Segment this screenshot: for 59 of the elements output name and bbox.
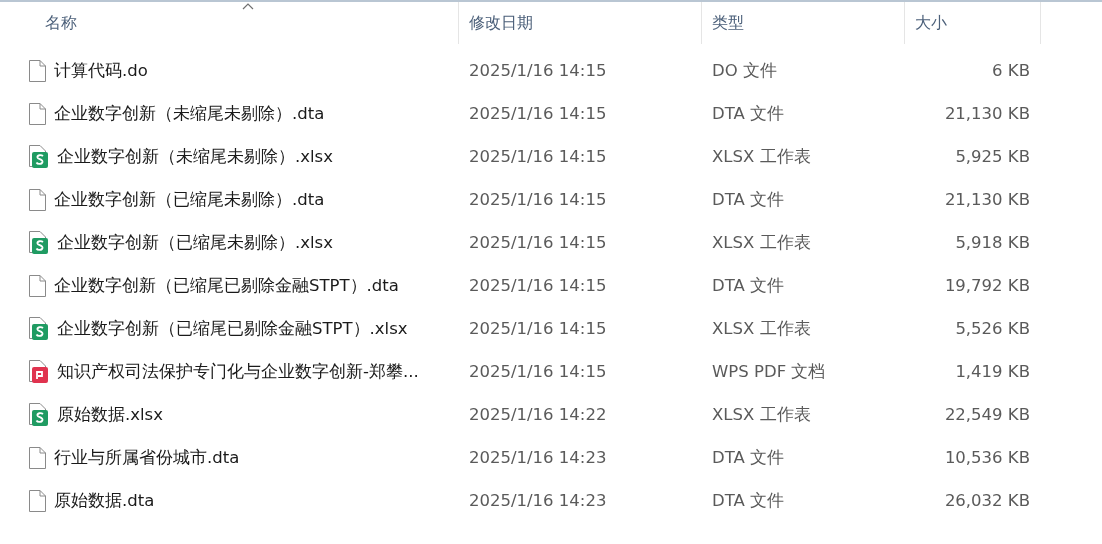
spreadsheet-icon	[29, 145, 49, 168]
modified-date: 2025/1/16 14:23	[469, 448, 607, 467]
file-size: 5,918 KB	[955, 233, 1030, 252]
modified-date: 2025/1/16 14:23	[469, 491, 607, 510]
document-icon	[29, 274, 46, 297]
file-name[interactable]: 企业数字创新（已缩尾未剔除）.xlsx	[57, 231, 333, 254]
spreadsheet-icon	[29, 403, 49, 426]
pdf-document-icon	[29, 360, 49, 383]
file-type: WPS PDF 文档	[712, 360, 826, 383]
file-size: 22,549 KB	[944, 405, 1030, 424]
file-size: 26,032 KB	[944, 491, 1030, 510]
modified-date: 2025/1/16 14:15	[469, 319, 607, 338]
file-name[interactable]: 企业数字创新（已缩尾未剔除）.dta	[54, 188, 325, 211]
modified-date: 2025/1/16 14:15	[469, 276, 607, 295]
file-name[interactable]: 企业数字创新（未缩尾未剔除）.xlsx	[57, 145, 333, 168]
file-type: XLSX 工作表	[712, 145, 811, 168]
document-icon	[29, 489, 46, 512]
file-name[interactable]: 计算代码.do	[54, 59, 148, 82]
document-icon	[29, 59, 46, 82]
file-type: DTA 文件	[712, 446, 785, 469]
document-icon	[29, 188, 46, 211]
file-size: 5,526 KB	[955, 319, 1030, 338]
modified-date: 2025/1/16 14:15	[469, 104, 607, 123]
document-icon	[29, 102, 46, 125]
spreadsheet-icon	[29, 231, 49, 254]
file-type: XLSX 工作表	[712, 317, 811, 340]
modified-date: 2025/1/16 14:15	[469, 362, 607, 381]
file-size: 6 KB	[992, 61, 1030, 80]
file-type: DTA 文件	[712, 188, 785, 211]
file-type: DTA 文件	[712, 102, 785, 125]
file-size: 21,130 KB	[944, 104, 1030, 123]
file-name[interactable]: 原始数据.xlsx	[57, 403, 163, 426]
file-type: DTA 文件	[712, 489, 785, 512]
file-name[interactable]: 企业数字创新（未缩尾未剔除）.dta	[54, 102, 325, 125]
file-size: 21,130 KB	[944, 190, 1030, 209]
file-type: DTA 文件	[712, 274, 785, 297]
modified-date: 2025/1/16 14:15	[469, 147, 607, 166]
modified-date: 2025/1/16 14:15	[469, 190, 607, 209]
column-header[interactable]: 修改日期	[469, 12, 533, 34]
document-icon	[29, 446, 46, 469]
file-type: DO 文件	[712, 59, 777, 82]
file-name[interactable]: 原始数据.dta	[54, 489, 155, 512]
file-size: 10,536 KB	[944, 448, 1030, 467]
modified-date: 2025/1/16 14:22	[469, 405, 607, 424]
file-size: 5,925 KB	[955, 147, 1030, 166]
modified-date: 2025/1/16 14:15	[469, 61, 607, 80]
file-type: XLSX 工作表	[712, 231, 811, 254]
file-size: 19,792 KB	[944, 276, 1030, 295]
file-name[interactable]: 企业数字创新（已缩尾已剔除金融STPT）.xlsx	[57, 317, 408, 340]
file-type: XLSX 工作表	[712, 403, 811, 426]
file-size: 1,419 KB	[955, 362, 1030, 381]
spreadsheet-icon	[29, 317, 49, 340]
column-header[interactable]: 大小	[915, 12, 947, 34]
file-name[interactable]: 行业与所属省份城市.dta	[54, 446, 240, 469]
file-name[interactable]: 知识产权司法保护专门化与企业数字创新-郑攀...	[57, 360, 419, 383]
column-header[interactable]: 名称	[45, 12, 77, 34]
column-header[interactable]: 类型	[712, 12, 744, 34]
file-name[interactable]: 企业数字创新（已缩尾已剔除金融STPT）.dta	[54, 274, 399, 297]
modified-date: 2025/1/16 14:15	[469, 233, 607, 252]
